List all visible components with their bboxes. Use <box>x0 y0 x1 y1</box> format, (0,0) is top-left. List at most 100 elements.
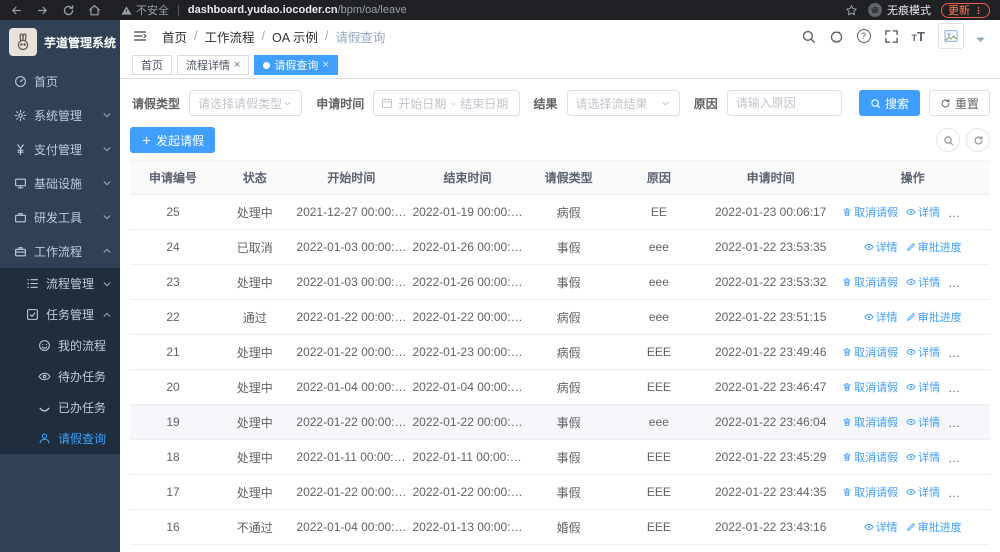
cell-actions: 取消请假 详情 审批进度 <box>835 369 990 405</box>
font-size-icon[interactable]: TT <box>912 29 925 44</box>
breadcrumb-item-0[interactable]: 首页 <box>162 27 187 46</box>
detail-link[interactable]: 详情 <box>906 204 940 220</box>
cell-type: 事假 <box>525 404 612 440</box>
detail-link[interactable]: 详情 <box>863 239 898 255</box>
breadcrumb-item-1[interactable]: 工作流程 <box>205 27 255 46</box>
gear-icon <box>14 109 27 122</box>
cancel-leave-link[interactable]: 取消请假 <box>842 274 898 290</box>
cell-apply: 2022-01-23 00:06:17 <box>706 194 836 230</box>
sidebar-item-task-mgmt[interactable]: 任务管理 <box>0 299 120 330</box>
leave-type-select[interactable]: 请选择请假类型 <box>189 90 303 116</box>
sidebar-item-todo-tasks[interactable]: 待办任务 <box>0 361 120 392</box>
cancel-leave-link[interactable]: 取消请假 <box>842 414 898 430</box>
table-row[interactable]: 19 处理中 2022-01-22 00:00:00 2022-01-22 00:00… <box>130 404 990 440</box>
refresh-table-button[interactable] <box>966 128 990 152</box>
detail-link[interactable]: 详情 <box>906 449 940 465</box>
browser-reload-icon[interactable] <box>62 4 75 17</box>
sidebar-item-leave-query[interactable]: 请假查询 <box>0 423 120 454</box>
avatar-caret-down-icon[interactable] <box>973 32 988 47</box>
browser-menu-dots-icon[interactable] <box>974 6 983 15</box>
sidebar-item-done-tasks[interactable]: 已办任务 <box>0 392 120 423</box>
cell-status: 处理中 <box>216 369 294 405</box>
apply-time-range-picker[interactable]: 开始日期 - 结束日期 <box>373 90 520 116</box>
cancel-leave-link[interactable]: 取消请假 <box>842 449 898 465</box>
cell-reason: EEE <box>611 334 707 370</box>
tab-home[interactable]: 首页 <box>132 55 172 75</box>
sidebar-toggle-icon[interactable] <box>132 28 148 44</box>
sidebar-item-infrastructure[interactable]: 基础设施 <box>0 166 120 200</box>
address-bar[interactable]: 不安全 | dashboard.yudao.iocoder.cn/bpm/oa/… <box>121 2 845 18</box>
approval-progress-link[interactable]: 审批进度 <box>906 309 962 325</box>
cell-apply: 2022-01-22 23:53:32 <box>706 264 836 300</box>
sidebar-item-devtools[interactable]: 研发工具 <box>0 200 120 234</box>
tab-close-icon[interactable]: × <box>234 59 240 71</box>
docs-help-icon[interactable]: ? <box>856 29 871 43</box>
cell-reason: EEE <box>611 369 707 405</box>
calendar-icon <box>381 97 393 109</box>
sidebar-item-payment[interactable]: 支付管理 <box>0 132 120 166</box>
create-leave-button[interactable]: 发起请假 <box>130 127 216 153</box>
navbar-tools: ? TT <box>801 23 988 49</box>
browser-home-icon[interactable] <box>88 4 101 17</box>
header-search-icon[interactable] <box>801 29 816 44</box>
sidebar-item-process-mgmt[interactable]: 流程管理 <box>0 268 120 299</box>
update-button[interactable]: 更新 <box>941 2 990 18</box>
github-icon[interactable] <box>829 29 844 44</box>
approval-progress-link[interactable]: 审批进度 <box>906 519 962 535</box>
approval-progress-link[interactable]: 审批进度 <box>906 239 962 255</box>
column-header-7: 操作 <box>835 160 990 195</box>
detail-link[interactable]: 详情 <box>863 309 898 325</box>
toggle-search-button[interactable] <box>936 128 960 152</box>
sidebar-item-system[interactable]: 系统管理 <box>0 98 120 132</box>
bookmark-star-icon[interactable] <box>845 4 858 17</box>
security-chip[interactable]: 不安全 <box>121 2 169 18</box>
cell-apply: 2022-01-22 23:49:46 <box>706 334 836 370</box>
table-row[interactable]: 24 已取消 2022-01-03 00:00:00 2022-01-26 00:00… <box>130 229 990 265</box>
cell-end: 2022-01-22 00:00:00 <box>409 474 526 510</box>
table-row[interactable]: 18 处理中 2022-01-11 00:00:00 2022-01-11 00:00… <box>130 439 990 475</box>
user-avatar[interactable] <box>938 23 964 49</box>
detail-link[interactable]: 详情 <box>906 274 940 290</box>
reset-label: 重置 <box>955 96 980 111</box>
cancel-leave-link[interactable]: 取消请假 <box>842 379 898 395</box>
todo-icon <box>38 370 51 383</box>
sidebar-item-workflow[interactable]: 工作流程 <box>0 234 120 268</box>
reset-button[interactable]: 重置 <box>929 90 991 116</box>
detail-link[interactable]: 详情 <box>906 484 940 500</box>
sidebar-item-my-process[interactable]: 我的流程 <box>0 330 120 361</box>
table-row[interactable]: 16 不通过 2022-01-04 00:00:00 2022-01-13 00:00… <box>130 509 990 545</box>
cell-end: 2022-01-22 00:00:00 <box>409 299 526 335</box>
cancel-leave-link[interactable]: 取消请假 <box>842 484 898 500</box>
cancel-leave-link[interactable]: 取消请假 <box>842 204 898 220</box>
breadcrumb-item-3: 请假查询 <box>335 30 386 45</box>
tab-leave-query[interactable]: 请假查询 × <box>254 55 338 75</box>
table-row[interactable]: 22 通过 2022-01-22 00:00:00 2022-01-22 00:00:… <box>130 299 990 335</box>
sidebar-item-home[interactable]: 首页 <box>0 64 120 98</box>
breadcrumb-item-2[interactable]: OA 示例 <box>272 27 318 46</box>
browser-forward-icon[interactable] <box>36 4 49 17</box>
detail-link[interactable]: 详情 <box>906 344 940 360</box>
reason-input[interactable] <box>735 96 833 110</box>
cancel-leave-link[interactable]: 取消请假 <box>842 344 898 360</box>
result-select[interactable]: 请选择流结果 <box>566 90 680 116</box>
table-row[interactable]: 21 处理中 2022-01-22 00:00:00 2022-01-23 00:00… <box>130 334 990 370</box>
sidebar-menu: 首页 系统管理 支付管理 基础设施 研发工具 工作流程 流程管理 任务管理 我的流程 待办任务 已办… <box>0 64 120 552</box>
detail-link[interactable]: 详情 <box>863 519 898 535</box>
cell-id: 18 <box>130 439 216 475</box>
tab-close-icon[interactable]: × <box>322 59 328 71</box>
search-button[interactable]: 搜索 <box>858 90 920 116</box>
cell-reason: eee <box>611 299 707 335</box>
app-logo-row[interactable]: 芋道管理系统 <box>0 20 120 64</box>
approval-progress-label: 审批进度 <box>960 382 990 394</box>
table-row[interactable]: 20 处理中 2022-01-04 00:00:00 2022-01-04 00:00… <box>130 369 990 405</box>
page-content: 请假类型 请选择请假类型 申请时间 开始日期 - 结束日期 结果 请选择流结果 <box>120 79 1000 552</box>
tab-process-detail[interactable]: 流程详情 × <box>177 55 250 75</box>
fullscreen-icon[interactable] <box>884 29 899 44</box>
detail-link[interactable]: 详情 <box>906 379 940 395</box>
detail-link[interactable]: 详情 <box>906 414 940 430</box>
table-row[interactable]: 17 处理中 2022-01-22 00:00:00 2022-01-22 00:00… <box>130 474 990 510</box>
table-row[interactable]: 23 处理中 2022-01-03 00:00:00 2022-01-26 00:00… <box>130 264 990 300</box>
table-row[interactable]: 25 处理中 2021-12-27 00:00:00 2022-01-19 00:00… <box>130 194 990 230</box>
leave-type-placeholder: 请选择请假类型 <box>198 96 283 111</box>
browser-back-icon[interactable] <box>10 4 23 17</box>
